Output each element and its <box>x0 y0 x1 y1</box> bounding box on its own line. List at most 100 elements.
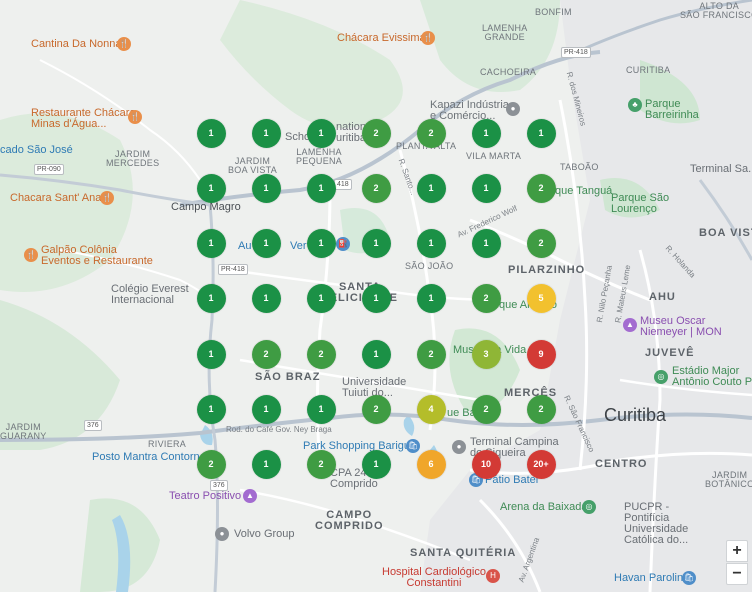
restaurant-icon: 🍴 <box>421 31 435 45</box>
label-ahu: AHU <box>649 291 676 303</box>
label-centro: CENTRO <box>595 458 648 470</box>
cluster-marker[interactable]: 3 <box>471 339 501 369</box>
label-rod-cafe: Rod. do Café Gov. Ney Braga <box>226 425 332 434</box>
cluster-marker[interactable]: 1 <box>361 228 391 258</box>
label-jardim-botanico: JARDIM BOTÂNICO <box>705 470 752 489</box>
label-campo-magro: Campo Magro <box>171 201 241 213</box>
cluster-marker[interactable]: 1 <box>416 283 446 313</box>
cluster-marker[interactable]: 1 <box>251 449 281 479</box>
label-hospital: Hospital Cardiológico Constantini <box>382 566 486 589</box>
cluster-marker[interactable]: 2 <box>416 339 446 369</box>
cluster-marker[interactable]: 6 <box>416 449 446 479</box>
cluster-marker[interactable]: 1 <box>251 283 281 313</box>
cluster-marker[interactable]: 2 <box>416 118 446 148</box>
cluster-marker[interactable]: 2 <box>526 228 556 258</box>
cluster-marker[interactable]: 1 <box>196 173 226 203</box>
label-parque-barreirinha: Parque Barreirinha <box>645 98 699 121</box>
cluster-marker[interactable]: 20+ <box>526 449 556 479</box>
park-icon: ♣ <box>628 98 642 112</box>
cluster-marker[interactable]: 1 <box>251 228 281 258</box>
label-cachoeira: CACHOEIRA <box>480 67 537 77</box>
cluster-marker[interactable]: 1 <box>306 228 336 258</box>
cluster-marker[interactable]: 2 <box>361 173 391 203</box>
label-colegio-everest: Colégio Everest Internacional <box>111 283 189 306</box>
cluster-marker[interactable]: 10 <box>471 449 501 479</box>
cluster-marker[interactable]: 2 <box>196 449 226 479</box>
zoom-in-button[interactable]: + <box>726 540 748 562</box>
cluster-marker[interactable]: 1 <box>196 394 226 424</box>
label-kapazi: Kapazi Indústria e Comércio... <box>430 99 509 122</box>
place-pin-icon: ● <box>506 102 520 116</box>
cluster-marker[interactable]: 2 <box>471 283 501 313</box>
shopping-icon: 🛍 <box>682 571 696 585</box>
cluster-marker[interactable]: 1 <box>306 118 336 148</box>
label-restaurante-chacara: Restaurante Chácara Minas d'Água... <box>31 107 136 130</box>
cluster-marker[interactable]: 2 <box>306 339 336 369</box>
bus-station-icon: ● <box>452 440 466 454</box>
cluster-marker[interactable]: 1 <box>471 118 501 148</box>
cluster-marker[interactable]: 1 <box>196 283 226 313</box>
label-jardim-boa-vista: JARDIM BOA VISTA <box>228 156 278 175</box>
theater-icon: ▲ <box>243 489 257 503</box>
cluster-marker[interactable]: 1 <box>361 449 391 479</box>
hospital-icon: H <box>486 569 500 583</box>
cluster-marker[interactable]: 1 <box>361 283 391 313</box>
cluster-marker[interactable]: 1 <box>471 173 501 203</box>
cluster-marker[interactable]: 2 <box>306 449 336 479</box>
label-lamenha-grande: LAMENHA GRANDE <box>482 23 528 42</box>
label-ver: Ver <box>290 240 307 252</box>
cluster-marker[interactable]: 1 <box>251 394 281 424</box>
cluster-marker[interactable]: 1 <box>196 339 226 369</box>
restaurant-icon: 🍴 <box>117 37 131 51</box>
label-chacara-santana: Chacara Sant' Ana <box>10 192 102 204</box>
label-vila-marta: VILA MARTA <box>466 151 522 161</box>
label-taboao: TABOÃO <box>560 162 599 172</box>
place-pin-icon: ● <box>215 527 229 541</box>
cluster-marker[interactable]: 2 <box>526 173 556 203</box>
cluster-marker[interactable]: 1 <box>471 228 501 258</box>
label-autodromo: Au <box>238 240 252 252</box>
zoom-out-button[interactable]: − <box>726 563 748 585</box>
cluster-marker[interactable]: 1 <box>306 283 336 313</box>
label-parque-sao-lourenco: Parque São Lourenço <box>611 192 670 215</box>
label-jardim-guarany: JARDIM GUARANY <box>0 422 47 441</box>
cluster-marker[interactable]: 2 <box>526 394 556 424</box>
cluster-marker[interactable]: 1 <box>196 118 226 148</box>
label-teatro-positivo: Teatro Positivo <box>169 490 242 502</box>
label-sao-jose: cado São José <box>0 144 73 156</box>
cluster-marker[interactable]: 9 <box>526 339 556 369</box>
label-lamenha-pequena: LAMENHA PEQUENA <box>296 147 343 166</box>
highway-shield-418: 418 <box>334 179 352 190</box>
stadium-icon: ◎ <box>582 500 596 514</box>
cluster-marker[interactable]: 1 <box>416 228 446 258</box>
highway-shield-pr090: PR-090 <box>34 164 64 175</box>
cluster-marker[interactable]: 2 <box>471 394 501 424</box>
cluster-marker[interactable]: 1 <box>196 228 226 258</box>
label-havan: Havan Parolin <box>614 572 684 584</box>
highway-shield-br376: 376 <box>84 420 102 431</box>
cluster-marker[interactable]: 1 <box>306 394 336 424</box>
label-curitiba-n: CURITIBA <box>626 65 671 75</box>
label-museu-oscar: Museu Oscar Niemeyer | MON <box>640 315 722 338</box>
label-cantina-da-nonna: Cantina Da Nonna <box>31 38 122 50</box>
highway-shield-pr418b: PR-418 <box>218 264 248 275</box>
cluster-marker[interactable]: 1 <box>416 173 446 203</box>
cluster-marker[interactable]: 2 <box>361 118 391 148</box>
cluster-marker[interactable]: 4 <box>416 394 446 424</box>
label-pilarzinho: PILARZINHO <box>508 264 586 276</box>
cluster-marker[interactable]: 2 <box>251 339 281 369</box>
label-parque-tangua: que Tanguá <box>555 185 613 197</box>
map-canvas[interactable]: BONFIM ALTO DA SÃO FRANCISCO LAMENHA GRA… <box>0 0 752 592</box>
cluster-marker[interactable]: 2 <box>361 394 391 424</box>
label-pucpr: PUCPR - Pontifícia Universidade Católica… <box>624 501 689 546</box>
cluster-marker[interactable]: 1 <box>361 339 391 369</box>
highway-shield-pr418: PR-418 <box>561 47 591 58</box>
restaurant-icon: 🍴 <box>100 191 114 205</box>
cluster-marker[interactable]: 5 <box>526 283 556 313</box>
cluster-marker[interactable]: 1 <box>526 118 556 148</box>
label-curitiba: Curitiba <box>604 405 667 425</box>
cluster-marker[interactable]: 1 <box>251 173 281 203</box>
cluster-marker[interactable]: 1 <box>251 118 281 148</box>
label-volvo: Volvo Group <box>234 528 295 540</box>
cluster-marker[interactable]: 1 <box>306 173 336 203</box>
